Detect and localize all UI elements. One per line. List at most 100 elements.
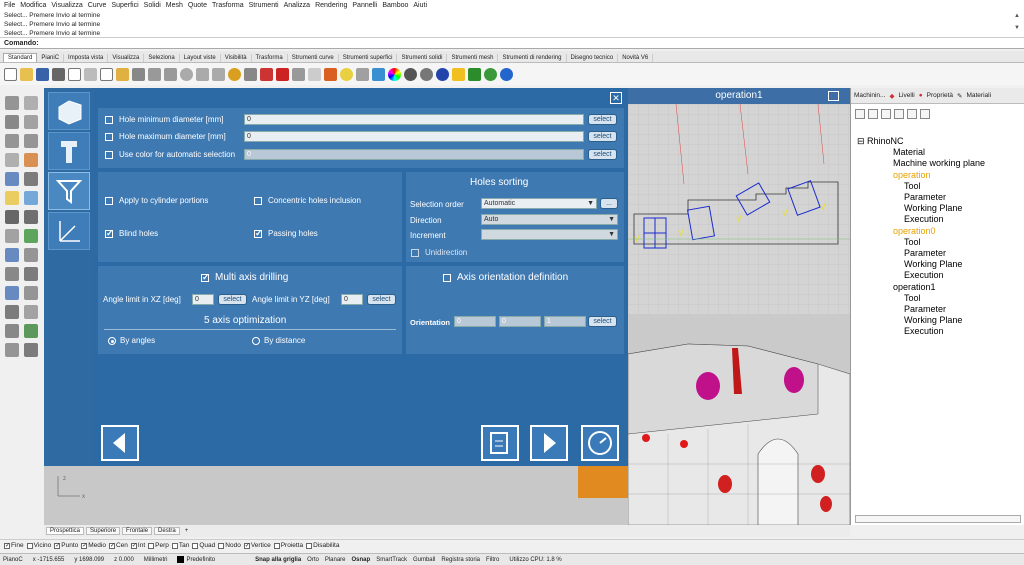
collapse-icon[interactable] — [855, 109, 865, 119]
light-icon[interactable] — [340, 67, 353, 81]
hole-max-select-button[interactable]: select — [588, 131, 617, 142]
gumball-icon[interactable] — [452, 67, 465, 81]
status-toggle[interactable]: Snap alla griglia — [255, 557, 301, 563]
status-toggle[interactable]: Planare — [325, 557, 346, 563]
four-view-icon[interactable] — [260, 67, 273, 81]
tree-tool[interactable]: Tool — [904, 293, 921, 303]
list-icon[interactable] — [894, 109, 904, 119]
apply-cylinder-checkbox[interactable] — [105, 197, 113, 205]
angle-xz-input[interactable]: 0 — [192, 294, 214, 305]
menu-item[interactable]: Analizza — [284, 2, 310, 9]
tab-front[interactable]: Frontale — [122, 527, 153, 535]
tree-material[interactable]: Material — [893, 147, 925, 157]
passing-holes-checkbox[interactable] — [254, 228, 263, 239]
menu-item[interactable]: Rendering — [315, 2, 347, 9]
toolbar-tab[interactable]: Imposta vista — [64, 54, 109, 62]
paste-icon[interactable] — [116, 67, 129, 81]
osnap-icon[interactable] — [324, 67, 337, 81]
menu-item[interactable]: Mesh — [166, 2, 183, 9]
tool-icon[interactable] — [24, 153, 38, 167]
help-icon[interactable] — [500, 67, 513, 81]
menu-item[interactable]: Curve — [88, 2, 107, 9]
tree-operation[interactable]: operation1 — [893, 282, 936, 292]
hole-min-select-button[interactable]: select — [588, 114, 617, 125]
use-color-checkbox[interactable] — [105, 151, 113, 159]
sort-icon[interactable] — [881, 109, 891, 119]
orientation-x-input[interactable]: 0 — [454, 316, 496, 327]
maximize-viewport-icon[interactable] — [828, 91, 839, 101]
perspective-viewport[interactable] — [628, 314, 850, 525]
status-toggle[interactable]: Osnap — [352, 557, 371, 563]
osnap-checkbox[interactable]: ✓ Vertice — [243, 542, 271, 549]
menu-item[interactable]: Aiuti — [413, 2, 427, 9]
compute-button[interactable] — [581, 425, 619, 461]
toolbar-tab[interactable]: Trasforma — [252, 54, 288, 62]
osnap-checkbox[interactable]: ✓ Medio — [81, 542, 106, 549]
tool-icon[interactable] — [5, 115, 19, 129]
tool-icon[interactable] — [5, 229, 19, 243]
tool-icon[interactable] — [24, 267, 38, 281]
menu-item[interactable]: Superfici — [111, 2, 138, 9]
tab-perspective[interactable]: Prospettica — [46, 527, 85, 535]
osnap-checkbox[interactable]: Quad — [192, 542, 215, 549]
lock-icon[interactable] — [356, 67, 369, 81]
status-toggle[interactable]: Gumball — [413, 557, 435, 563]
hole-min-input[interactable]: 0 — [244, 114, 584, 125]
axis-orientation-checkbox[interactable] — [443, 274, 451, 282]
toolbar-tab[interactable]: PianiC — [37, 54, 65, 62]
tree-tool[interactable]: Tool — [904, 181, 921, 191]
tree-parameter[interactable]: Parameter — [904, 304, 946, 314]
tool-icon[interactable] — [5, 248, 19, 262]
tool-icon[interactable] — [24, 343, 38, 357]
status-toggle[interactable]: Orto — [307, 557, 319, 563]
osnap-checkbox[interactable]: ✓ Int — [130, 542, 145, 549]
tool-icon[interactable] — [24, 210, 38, 224]
tool-icon[interactable] — [24, 191, 38, 205]
osnap-checkbox[interactable]: ✓ Punto — [54, 542, 78, 549]
tab-right[interactable]: Destra — [154, 527, 180, 535]
rail-tool-button[interactable] — [48, 132, 90, 170]
tree-execution[interactable]: Execution — [904, 270, 944, 280]
tool-icon[interactable] — [5, 343, 19, 357]
tree-operation[interactable]: operation0 — [893, 226, 936, 236]
tool-icon[interactable] — [24, 134, 38, 148]
rail-axes-button[interactable] — [48, 212, 90, 250]
osnap-checkbox[interactable]: Disabilita — [306, 542, 339, 549]
toolbar-tab[interactable]: Strumenti solidi — [397, 54, 448, 62]
status-toggle[interactable]: Filtro — [486, 557, 499, 563]
tool-icon[interactable] — [5, 210, 19, 224]
import-icon[interactable] — [68, 67, 81, 81]
osnap-checkbox[interactable]: ✓ Cen — [108, 542, 128, 549]
osnap-checkbox[interactable]: Vicino — [26, 542, 51, 549]
use-color-select-button[interactable]: select — [588, 149, 617, 160]
zoom-icon[interactable] — [180, 67, 193, 81]
add-viewport-tab[interactable]: + — [182, 528, 192, 534]
angle-xz-select-button[interactable]: select — [218, 294, 247, 305]
tool-icon[interactable] — [24, 172, 38, 186]
tool-icon[interactable] — [5, 286, 19, 300]
render-sphere-2-icon[interactable] — [420, 67, 433, 81]
menu-item[interactable]: File — [4, 2, 15, 9]
orientation-y-input[interactable]: 0 — [499, 316, 541, 327]
tool-icon[interactable] — [5, 267, 19, 281]
menu-item[interactable]: Pannelli — [352, 2, 377, 9]
tree-working-plane[interactable]: Working Plane — [904, 203, 962, 213]
render-sphere-icon[interactable] — [404, 67, 417, 81]
selection-order-dropdown[interactable]: Automatic — [481, 198, 597, 209]
tool-icon[interactable] — [5, 191, 19, 205]
use-color-input[interactable]: 0 — [244, 149, 584, 160]
tree-working-plane[interactable]: Working Plane — [904, 259, 962, 269]
status-toggle[interactable]: Registra storia — [441, 557, 480, 563]
right-panel-scrollbar[interactable] — [855, 515, 1021, 523]
zoom-in-icon[interactable] — [907, 109, 917, 119]
selection-order-more-button[interactable]: ... — [600, 198, 618, 209]
osnap-checkbox[interactable]: Proietta — [273, 542, 303, 549]
save-icon[interactable] — [36, 67, 49, 81]
color-wheel-icon[interactable] — [388, 67, 401, 81]
zoom-selected-icon[interactable] — [228, 67, 241, 81]
tool-icon[interactable] — [5, 172, 19, 186]
menu-item[interactable]: Modifica — [20, 2, 46, 9]
tree-root[interactable]: ⊟ RhinoNC — [857, 136, 904, 147]
toolbar-tab[interactable]: Strumenti di rendering — [498, 54, 567, 62]
osnap-checkbox[interactable]: Nodo — [218, 542, 241, 549]
